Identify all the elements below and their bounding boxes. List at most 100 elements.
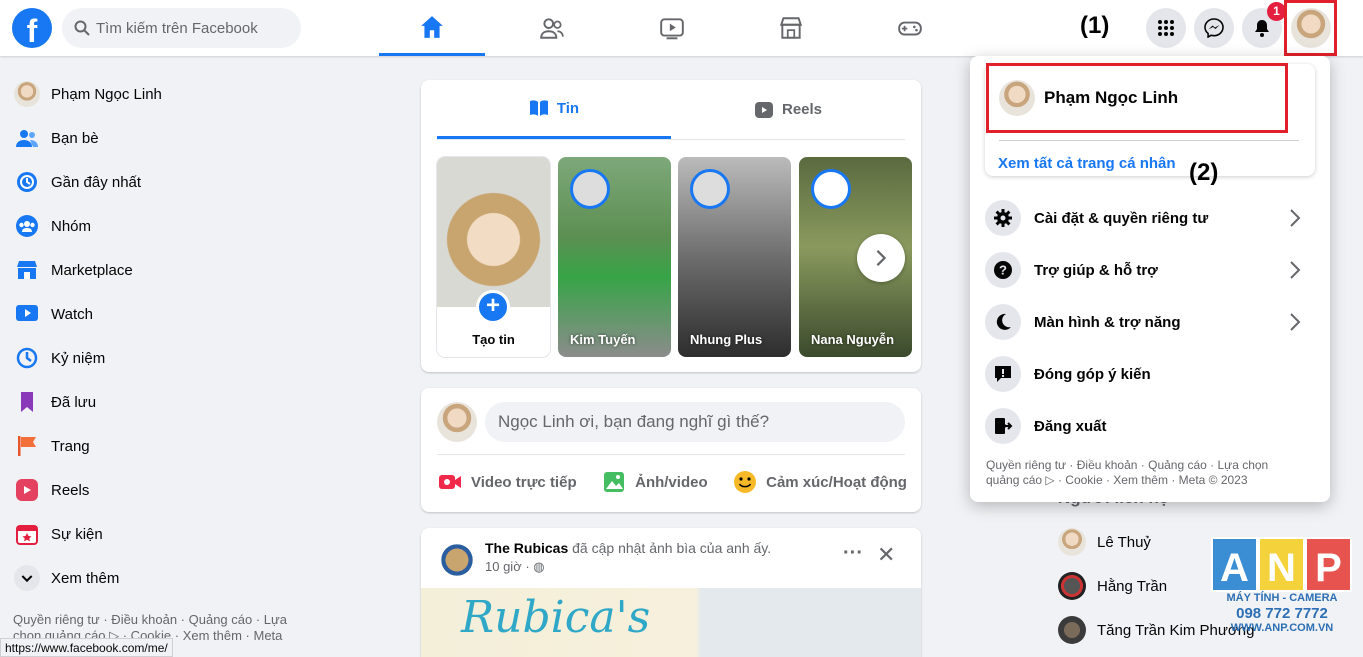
- watermark-letter: N: [1258, 537, 1305, 592]
- memories-icon: [14, 345, 40, 371]
- menu-item-settings[interactable]: Cài đặt & quyền riêng tư: [985, 192, 1315, 244]
- post-author-avatar[interactable]: [437, 540, 477, 580]
- sidebar-item-label: Trang: [51, 437, 90, 455]
- tab-stories[interactable]: Tin: [437, 80, 671, 139]
- logout-icon: [985, 408, 1021, 444]
- chevron-down-icon: [14, 565, 40, 591]
- profile-row[interactable]: Phạm Ngọc Linh: [986, 63, 1288, 133]
- menu-item-display[interactable]: Màn hình & trợ năng: [985, 296, 1315, 348]
- sidebar-item-label: Bạn bè: [51, 129, 99, 147]
- create-story-card[interactable]: + Tạo tin: [437, 157, 550, 357]
- story-card[interactable]: Kim Tuyến: [558, 157, 671, 357]
- tab-marketplace[interactable]: [738, 0, 844, 56]
- live-video-button[interactable]: Video trực tiếp: [437, 469, 577, 495]
- chevron-right-icon: [876, 250, 887, 266]
- book-icon: [529, 100, 548, 116]
- messenger-button[interactable]: [1194, 8, 1234, 48]
- menu-item-help[interactable]: ? Trợ giúp & hỗ trợ: [985, 244, 1315, 296]
- store-icon: [779, 17, 803, 39]
- story-card[interactable]: Nhung Plus: [678, 157, 791, 357]
- more-options-icon[interactable]: ···: [843, 542, 863, 565]
- sidebar-item-label: Phạm Ngọc Linh: [51, 85, 162, 103]
- create-story-photo: [437, 157, 550, 307]
- tab-gaming[interactable]: [857, 0, 963, 56]
- menu-item-feedback[interactable]: Đóng góp ý kiến: [985, 348, 1315, 400]
- watch-icon: [14, 301, 40, 327]
- story-avatar: [570, 169, 610, 209]
- story-author-name: Nana Nguyễn: [811, 332, 895, 347]
- search-input[interactable]: [96, 19, 286, 37]
- composer-divider: [437, 454, 905, 455]
- search-box[interactable]: [62, 8, 301, 48]
- composer-input[interactable]: Ngọc Linh ơi, bạn đang nghĩ gì thế?: [485, 402, 905, 442]
- pages-icon: [14, 433, 40, 459]
- sidebar-item-recent[interactable]: Gần đây nhất: [0, 160, 300, 204]
- avatar: [1058, 528, 1086, 556]
- menu-item-label: Đăng xuất: [1034, 417, 1107, 435]
- sidebar-item-label: Xem thêm: [51, 569, 120, 587]
- sidebar-item-groups[interactable]: Nhóm: [0, 204, 300, 248]
- sidebar-item-reels[interactable]: Reels: [0, 468, 300, 512]
- live-video-label: Video trực tiếp: [471, 473, 577, 491]
- sidebar-item-label: Nhóm: [51, 217, 92, 235]
- tab-reels[interactable]: Reels: [671, 80, 905, 139]
- smiley-icon: [734, 471, 757, 493]
- sidebar-item-profile[interactable]: Phạm Ngọc Linh: [0, 72, 300, 116]
- menu-item-label: Trợ giúp & hỗ trợ: [1034, 261, 1158, 279]
- post-image-text: Rubica's: [461, 592, 651, 643]
- gear-icon: [985, 200, 1021, 236]
- help-icon: ?: [985, 252, 1021, 288]
- sidebar-item-label: Kỷ niệm: [51, 349, 106, 367]
- tab-stories-label: Tin: [556, 99, 580, 117]
- see-all-profiles-link[interactable]: Xem tất cả trang cá nhân: [998, 155, 1176, 172]
- post-action-text: đã cập nhật ảnh bìa của anh ấy.: [568, 540, 772, 556]
- account-button[interactable]: [1284, 0, 1337, 56]
- feeling-activity-button[interactable]: Cảm xúc/Hoạt động: [732, 469, 907, 495]
- globe-icon: ◍: [533, 559, 545, 574]
- watermark-site: WWW.ANP.COM.VN: [1230, 622, 1334, 634]
- facebook-logo[interactable]: f: [12, 8, 52, 48]
- sidebar-item-pages[interactable]: Trang: [0, 424, 300, 468]
- watermark-letter: P: [1305, 537, 1352, 592]
- photo-video-button[interactable]: Ảnh/video: [601, 469, 708, 495]
- post-time[interactable]: 10 giờ · ◍: [485, 559, 771, 575]
- reels-icon: [14, 477, 40, 503]
- live-video-icon: [439, 475, 461, 489]
- account-avatar: [1290, 8, 1331, 48]
- menu-item-label: Cài đặt & quyền riêng tư: [1034, 209, 1209, 227]
- watermark-phone: 098 772 7772: [1236, 605, 1328, 622]
- gamepad-icon: [898, 21, 922, 36]
- sidebar-item-friends[interactable]: Bạn bè: [0, 116, 300, 160]
- chevron-right-icon: [1290, 261, 1301, 279]
- avatar: [14, 81, 40, 107]
- sidebar-item-saved[interactable]: Đã lưu: [0, 380, 300, 424]
- friends-icon: [14, 125, 40, 151]
- avatar: [1058, 572, 1086, 600]
- bell-icon: [1255, 20, 1269, 37]
- menu-button[interactable]: [1146, 8, 1186, 48]
- menu-item-label: Màn hình & trợ năng: [1034, 313, 1181, 331]
- avatar: [437, 402, 477, 442]
- sidebar-item-see-more[interactable]: Xem thêm: [0, 556, 300, 600]
- menu-item-logout[interactable]: Đăng xuất: [985, 400, 1315, 452]
- close-icon[interactable]: ✕: [877, 542, 895, 568]
- sidebar-item-marketplace[interactable]: Marketplace: [0, 248, 300, 292]
- groups-icon: [14, 213, 40, 239]
- tab-friends[interactable]: [499, 0, 605, 56]
- sidebar-item-memories[interactable]: Kỷ niệm: [0, 336, 300, 380]
- profile-divider: [999, 140, 1299, 141]
- stories-next-button[interactable]: [857, 234, 905, 282]
- sidebar-item-label: Reels: [51, 481, 90, 499]
- account-dropdown-menu: Phạm Ngọc Linh Xem tất cả trang cá nhân …: [970, 56, 1330, 502]
- sidebar-item-events[interactable]: Sự kiện: [0, 512, 300, 556]
- sidebar-item-label: Đã lưu: [51, 393, 97, 411]
- avatar: [999, 80, 1035, 116]
- tab-home[interactable]: [379, 0, 485, 56]
- sidebar-item-watch[interactable]: Watch: [0, 292, 300, 336]
- tab-watch[interactable]: [619, 0, 725, 56]
- chevron-right-icon: [1290, 313, 1301, 331]
- sidebar-item-label: Marketplace: [51, 261, 133, 279]
- create-story-label: Tạo tin: [472, 332, 515, 347]
- profile-name: Phạm Ngọc Linh: [1044, 88, 1179, 107]
- post-author-name[interactable]: The Rubicas: [485, 540, 568, 556]
